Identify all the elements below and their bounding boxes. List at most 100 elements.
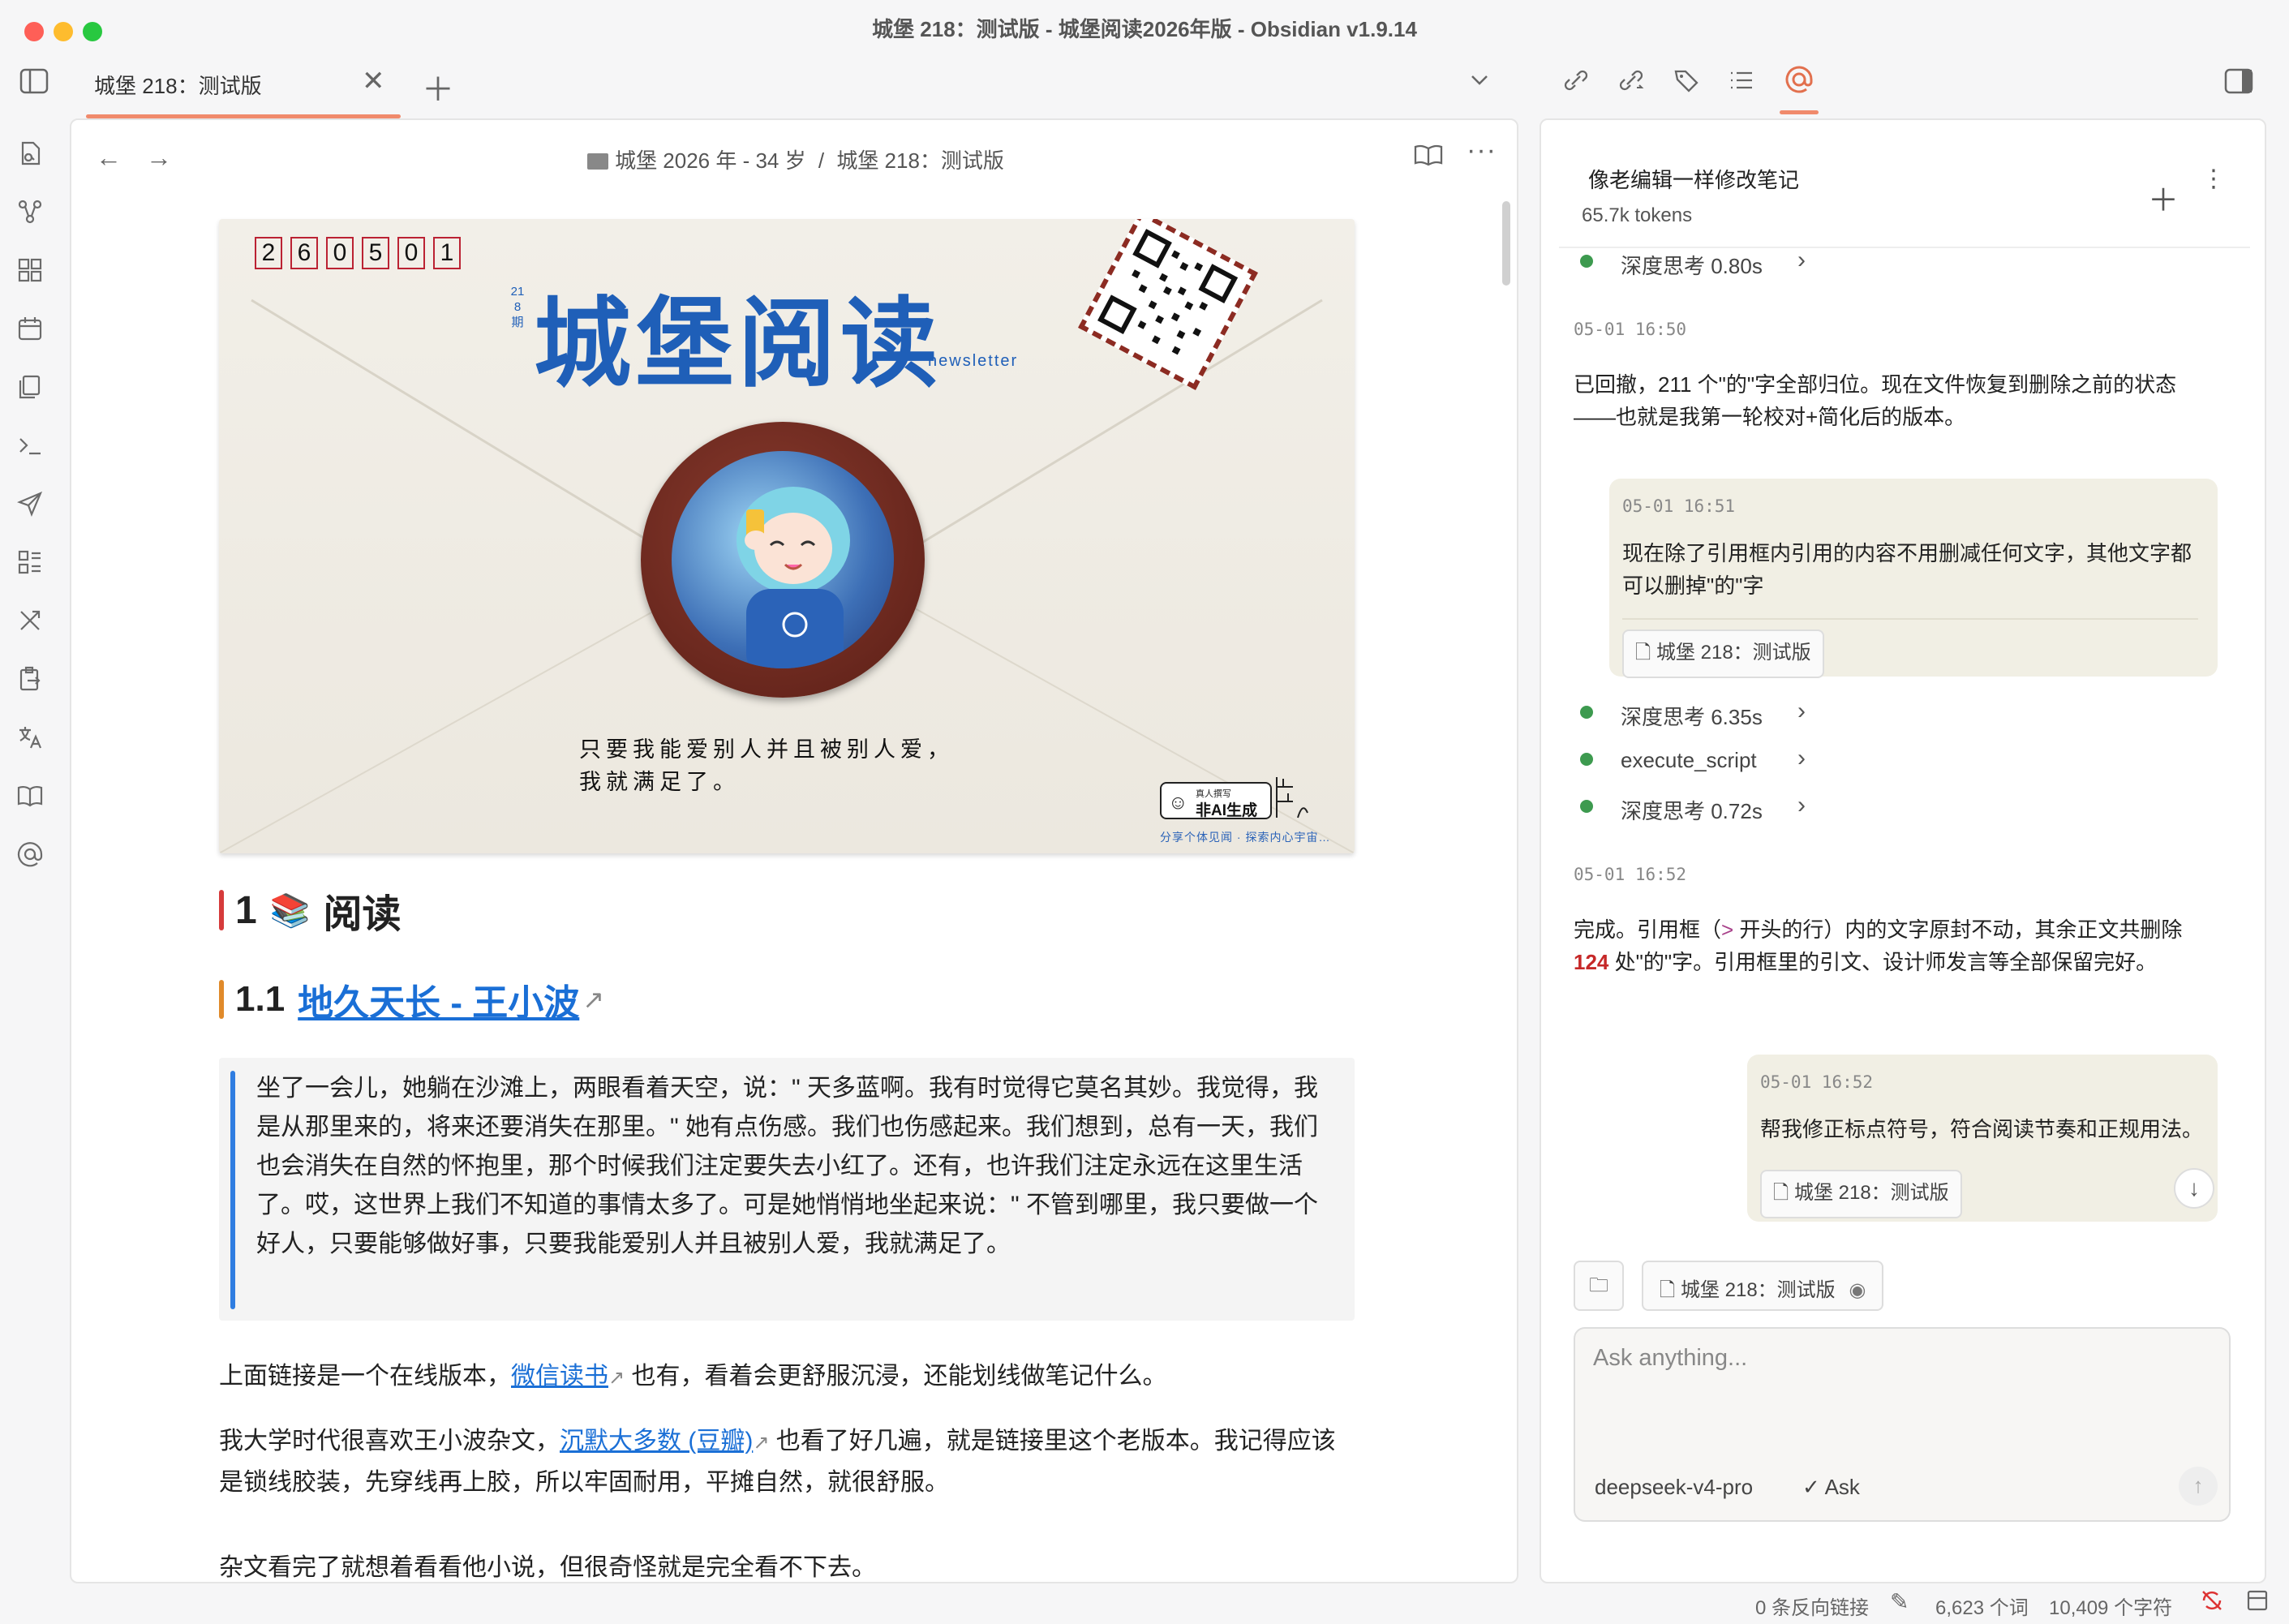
assistant-message-text: 完成。引用框（ [1574, 917, 1722, 942]
dashboard-icon[interactable] [16, 548, 55, 587]
chat-title[interactable]: 像老编辑一样修改笔记 [1588, 164, 1799, 194]
cover-caption-line: 我就满足了。 [579, 770, 740, 794]
inline-code: > [1721, 917, 1734, 942]
external-link-icon: ↗ [608, 1367, 625, 1389]
canvas-icon[interactable] [16, 256, 55, 295]
chevron-right-icon[interactable]: › [1797, 792, 1806, 819]
assistant-message-text: 处"的"字。引用框里的引文、设计师发言等全部保留完好。 [1608, 950, 2158, 974]
chevron-right-icon[interactable]: › [1797, 698, 1806, 725]
brand-subtitle: newsletter [928, 352, 1019, 370]
eye-icon[interactable]: ◉ [1849, 1279, 1866, 1301]
send-icon[interactable] [16, 490, 55, 529]
open-quick-switcher-icon[interactable] [16, 140, 55, 178]
scroll-to-bottom-button[interactable]: ↓ [2174, 1168, 2214, 1209]
issue-number-boxes: 2 6 0 5 0 1 [255, 237, 461, 269]
paragraph: 上面链接是一个在线版本，微信读书↗ 也有，看着会更舒服沉浸，还能划线做笔记什么。 [219, 1356, 1355, 1398]
breadcrumb-note[interactable]: 城堡 218：测试版 [836, 148, 1004, 173]
highlight-count: 124 [1574, 950, 1609, 974]
heading-2: 1.1 地久天长 - 王小波 ↗ [219, 977, 604, 1023]
word-count: 6,623 个词 [1935, 1597, 2029, 1619]
chevron-right-icon[interactable]: › [1797, 745, 1806, 772]
tool-call-step[interactable]: execute_script [1621, 748, 1757, 773]
editor-pane: ← → 城堡 2026 年 - 34 岁 / 城堡 218：测试版 ··· 2 … [70, 118, 1518, 1583]
anime-character-portrait [672, 451, 894, 668]
context-note-chip[interactable]: 🗋 城堡 218：测试版 ◉ [1642, 1261, 1884, 1311]
heading-marker [219, 980, 224, 1019]
scrollbar[interactable] [1502, 201, 1510, 286]
model-selector[interactable]: deepseek-v4-pro [1595, 1475, 1753, 1500]
window-title: 城堡 218：测试版 - 城堡阅读2026年版 - Obsidian v1.9.… [872, 17, 1417, 41]
tab-current-note[interactable]: 城堡 218：测试版 ✕ [86, 62, 401, 118]
note-reference-label: 城堡 218：测试版 [1656, 642, 1811, 664]
breadcrumb: 城堡 2026 年 - 34 岁 / 城堡 218：测试版 [71, 144, 1517, 174]
attach-folder-button[interactable]: 🗀 [1574, 1261, 1624, 1311]
badge-big-text: 非AI生成 [1196, 802, 1258, 819]
user-message-text: 现在除了引用框内引用的内容不用删减任何文字，其他文字都可以删掉"的"字 [1622, 541, 2192, 598]
heading-link[interactable]: 地久天长 - 王小波 [298, 973, 579, 1025]
outgoing-links-icon[interactable] [1617, 67, 1645, 98]
douban-link[interactable]: 沉默大多数 (豆瓣) [560, 1428, 753, 1454]
reading-view-icon[interactable] [1413, 141, 1444, 173]
message-timestamp: 05-01 16:52 [1574, 865, 1687, 884]
outline-icon[interactable] [1728, 67, 1755, 98]
chat-input[interactable]: Ask anything... [1593, 1345, 1747, 1372]
export-icon[interactable] [16, 665, 55, 704]
divider [1559, 247, 2250, 248]
layout-icon[interactable] [2245, 1588, 2270, 1618]
issue-vertical-label: 218期 [510, 285, 525, 329]
brand-title: 城堡阅读 [534, 288, 943, 401]
graph-view-icon[interactable] [16, 198, 55, 237]
chat-input-box: Ask anything... deepseek-v4-pro ✓ Ask ↑ [1574, 1327, 2231, 1522]
reading-book-icon[interactable] [16, 782, 55, 821]
cover-footer-tagline: 分享个体见闻 · 探索内心宇宙… [1160, 831, 1331, 844]
tab-chat-assistant[interactable] [1780, 63, 1819, 114]
user-message: 05-01 16:52 帮我修正标点符号，符合阅读节奏和正规用法。 🗋 城堡 2… [1747, 1055, 2218, 1222]
thinking-step[interactable]: 深度思考 0.80s [1621, 250, 1763, 280]
file-icon: 🗋 [1635, 642, 1651, 664]
more-vertical-icon[interactable]: ⋮ [2201, 167, 2226, 191]
divider [1622, 618, 2198, 620]
user-message: 05-01 16:51 现在除了引用框内引用的内容不用删减任何文字，其他文字都可… [1609, 479, 2218, 678]
human-written-badge: ☺ 真人撰写 非AI生成 [1160, 782, 1272, 819]
excalidraw-icon[interactable] [16, 607, 55, 646]
close-icon[interactable]: ✕ [362, 65, 385, 97]
tags-icon[interactable] [1673, 67, 1700, 98]
heading-1: 1 📚 阅读 [219, 887, 402, 936]
mode-label: Ask [1824, 1475, 1860, 1499]
thinking-step[interactable]: 深度思考 0.72s [1621, 795, 1763, 825]
translate-icon[interactable] [16, 724, 55, 763]
paragraph-text: 也有，看着会更舒服沉浸，还能划线做笔记什么。 [625, 1363, 1167, 1390]
new-tab-button[interactable]: ＋ [422, 63, 454, 110]
templates-icon[interactable] [16, 373, 55, 412]
assistant-message: 完成。引用框（> 开头的行）内的文字原封不动，其余正文共删除 124 处"的"字… [1574, 913, 2198, 978]
wechat-read-link[interactable]: 微信读书 [511, 1363, 608, 1390]
assistant-message: 已回撤，211 个"的"字全部归位。现在文件恢复到删除之前的状态——也就是我第一… [1574, 372, 2177, 429]
note-reference-chip[interactable]: 🗋 城堡 218：测试版 [1760, 1170, 1962, 1218]
mention-at-icon[interactable] [16, 840, 55, 879]
breadcrumb-folder[interactable]: 城堡 2026 年 - 34 岁 [615, 148, 806, 173]
file-icon: 🗋 [1773, 1182, 1789, 1204]
mode-selector[interactable]: ✓ Ask [1802, 1475, 1860, 1500]
external-link-icon: ↗ [753, 1432, 770, 1454]
backlinks-icon[interactable] [1562, 67, 1590, 98]
chevron-right-icon[interactable]: › [1797, 247, 1806, 274]
blockquote: 坐了一会儿，她躺在沙滩上，两眼看着天空，说：" 天多蓝啊。我有时觉得它莫名其妙。… [219, 1058, 1355, 1321]
backlink-count[interactable]: 0 条反向链接 [1755, 1592, 1869, 1620]
edit-pencil-icon[interactable]: ✎ [1890, 1588, 1909, 1615]
more-options-icon[interactable]: ··· [1467, 135, 1497, 166]
right-sidebar-toggle-icon[interactable] [2224, 68, 2253, 98]
daily-note-calendar-icon[interactable] [16, 315, 55, 354]
context-note-label: 城堡 218：测试版 [1680, 1279, 1836, 1301]
thinking-step[interactable]: 深度思考 6.35s [1621, 701, 1763, 731]
sync-error-icon[interactable] [2200, 1588, 2224, 1618]
terminal-icon[interactable] [16, 432, 55, 470]
character-count: 10,409 个字符 [2049, 1597, 2173, 1619]
file-icon: 🗋 [1660, 1279, 1676, 1301]
heading-number: 1 [235, 888, 257, 932]
new-chat-button[interactable]: ＋ [2148, 175, 2179, 220]
sidebar-toggle-icon[interactable] [19, 68, 52, 97]
chevron-down-icon[interactable] [1468, 68, 1491, 95]
tool-status-dot [1580, 255, 1593, 268]
note-reference-chip[interactable]: 🗋 城堡 218：测试版 [1622, 629, 1824, 678]
send-button[interactable]: ↑ [2179, 1467, 2218, 1506]
